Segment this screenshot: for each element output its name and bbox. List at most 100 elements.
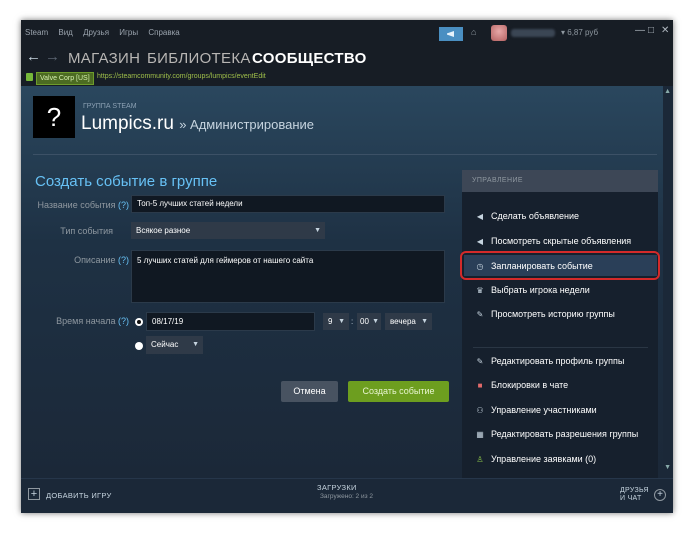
menu-friends[interactable]: Друзья: [83, 28, 109, 37]
minute-select[interactable]: 00 ▼: [357, 313, 381, 330]
date-input[interactable]: 08/17/19: [146, 312, 315, 331]
hour-select[interactable]: 9 ▼: [323, 313, 349, 330]
downloads-label[interactable]: ЗАГРУЗКИ: [317, 483, 357, 492]
divider: [33, 154, 657, 155]
now-select[interactable]: Сейчас ▼: [146, 336, 203, 354]
menu-view[interactable]: Вид: [58, 28, 72, 37]
time-separator: :: [351, 317, 354, 326]
ampm-select[interactable]: вечера ▼: [385, 313, 432, 330]
help-icon[interactable]: (?): [118, 200, 129, 210]
group-avatar-icon[interactable]: ?: [33, 96, 75, 138]
username-blurred[interactable]: [511, 29, 555, 37]
add-game-plus-icon[interactable]: +: [28, 488, 40, 500]
event-name-label: Название события (?): [21, 200, 130, 210]
close-button[interactable]: ✕: [661, 25, 669, 36]
side-item-label: Блокировки в чате: [491, 380, 569, 390]
group-type-label: ГРУППА STEAM: [83, 103, 137, 110]
grid-icon: ▦: [476, 430, 484, 439]
radio-date[interactable]: [135, 318, 143, 326]
description-label: Описание (?): [21, 255, 129, 265]
nav-store[interactable]: МАГАЗИН: [68, 50, 140, 67]
nav-bar: ← → МАГАЗИН БИБЛИОТЕКА СООБЩЕСТВО: [21, 46, 673, 70]
chevron-down-icon: ▼: [192, 341, 199, 348]
cancel-button[interactable]: Отмена: [281, 381, 338, 402]
red-highlight-box: [460, 251, 660, 280]
nav-community[interactable]: СООБЩЕСТВО: [252, 50, 367, 67]
event-name-label-text: Название события: [37, 200, 116, 210]
title-bar: Steam Вид Друзья Игры Справка ⌂ ▾ 6,87 р…: [21, 20, 673, 46]
avatar[interactable]: [491, 25, 507, 41]
menu-help[interactable]: Справка: [148, 28, 179, 37]
management-header: УПРАВЛЕНИЕ: [462, 170, 658, 192]
now-value: Сейчас: [151, 340, 179, 349]
forward-arrow-icon[interactable]: →: [45, 48, 60, 65]
hour-value: 9: [328, 317, 333, 326]
address-bar: Valve Corp [US] https://steamcommunity.c…: [21, 70, 673, 86]
group-name[interactable]: Lumpics.ru: [81, 113, 174, 134]
history-icon: ✎: [476, 310, 484, 319]
chevron-down-icon: ▼: [372, 318, 379, 325]
megaphone-icon: ◀: [476, 212, 484, 221]
menu-steam[interactable]: Steam: [25, 28, 48, 37]
side-item-label: Сделать объявление: [491, 211, 580, 221]
chevron-down-icon: ▼: [314, 227, 321, 234]
downloads-status: Загружено: 2 из 2: [320, 493, 374, 500]
add-game-button[interactable]: ДОБАВИТЬ ИГРУ: [46, 491, 112, 500]
side-item-label: Посмотреть скрытые объявления: [491, 236, 632, 246]
friends-chat-button[interactable]: ДРУЗЬЯ И ЧАТ: [620, 487, 649, 503]
event-type-value: Всякое разное: [136, 226, 191, 235]
lock-icon: [26, 73, 33, 81]
side-divider: [473, 347, 648, 348]
chat-bans-link[interactable]: ■ Блокировки в чате: [474, 380, 569, 390]
scroll-up-icon[interactable]: ▲: [664, 88, 671, 95]
create-event-button[interactable]: Создать событие: [348, 381, 449, 402]
minute-value: 00: [360, 317, 369, 326]
page-url[interactable]: https://steamcommunity.com/groups/lumpic…: [97, 73, 266, 80]
scrollbar[interactable]: [663, 86, 673, 478]
description-textarea[interactable]: 5 лучших статей для геймеров от нашего с…: [131, 250, 445, 303]
minimize-button[interactable]: —: [635, 25, 645, 36]
group-title: Lumpics.ru » Администрирование: [81, 113, 314, 135]
megaphone-icon: ◀: [476, 237, 484, 246]
steam-window: Steam Вид Друзья Игры Справка ⌂ ▾ 6,87 р…: [21, 20, 673, 513]
ampm-value: вечера: [390, 317, 416, 326]
menu-games[interactable]: Игры: [119, 28, 138, 37]
manage-members-link[interactable]: ⚇ Управление участниками: [474, 405, 597, 415]
side-item-label: Просмотреть историю группы: [491, 309, 615, 319]
make-announcement-link[interactable]: ◀ Сделать объявление: [474, 211, 579, 221]
event-type-select[interactable]: Всякое разное ▼: [131, 222, 325, 239]
menu-bar: Steam Вид Друзья Игры Справка: [25, 28, 188, 37]
help-icon[interactable]: (?): [118, 255, 129, 265]
scroll-down-icon[interactable]: ▼: [664, 464, 671, 471]
hidden-announcements-link[interactable]: ◀ Посмотреть скрытые объявления: [474, 236, 631, 246]
trophy-icon: ♛: [476, 286, 484, 295]
side-item-label: Управление участниками: [491, 405, 597, 415]
start-time-label: Время начала (?): [21, 316, 129, 326]
form-title: Создать событие в группе: [35, 173, 218, 190]
friends-add-icon[interactable]: +: [654, 489, 666, 501]
start-time-label-text: Время начала: [56, 316, 116, 326]
chevron-down-icon: ▼: [338, 318, 345, 325]
nav-library[interactable]: БИБЛИОТЕКА: [147, 50, 251, 67]
inbox-icon[interactable]: ⌂: [471, 27, 476, 37]
manage-requests-link[interactable]: ♙ Управление заявками (0): [474, 454, 596, 464]
restore-button[interactable]: □: [648, 25, 654, 36]
notification-icon[interactable]: [439, 27, 463, 41]
side-item-label: Редактировать разрешения группы: [491, 429, 639, 439]
wallet-balance: ▾ 6,87 руб: [561, 28, 598, 37]
group-history-link[interactable]: ✎ Просмотреть историю группы: [474, 309, 615, 319]
help-icon[interactable]: (?): [118, 316, 129, 326]
pencil-icon: ✎: [476, 357, 484, 366]
edit-profile-link[interactable]: ✎ Редактировать профиль группы: [474, 356, 625, 366]
event-name-input[interactable]: Топ-5 лучших статей недели: [131, 195, 445, 213]
chevron-down-icon: ▼: [421, 318, 428, 325]
friends-line2: И ЧАТ: [620, 495, 642, 502]
radio-now[interactable]: [135, 342, 143, 350]
back-arrow-icon[interactable]: ←: [26, 48, 41, 65]
side-item-label: Управление заявками (0): [491, 454, 597, 464]
balance-value: 6,87 руб: [567, 28, 599, 37]
edit-permissions-link[interactable]: ▦ Редактировать разрешения группы: [474, 429, 638, 439]
player-of-week-link[interactable]: ♛ Выбрать игрока недели: [474, 285, 590, 295]
side-item-label: Выбрать игрока недели: [491, 285, 590, 295]
requests-icon: ♙: [476, 455, 484, 464]
